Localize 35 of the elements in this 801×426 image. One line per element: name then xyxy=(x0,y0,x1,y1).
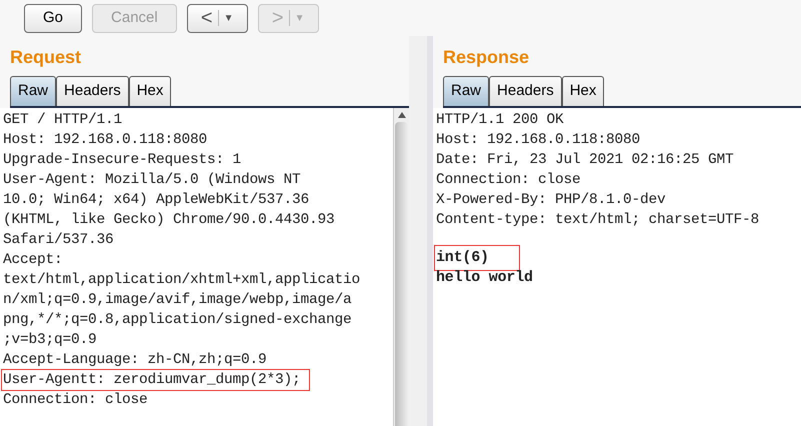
tab[interactable]: Hex xyxy=(128,76,172,106)
message-line: Host: 192.168.0.118:8080 xyxy=(435,131,642,150)
response-body-line: hello world xyxy=(435,268,534,288)
message-line: User-Agentt: zerodiumvar_dump(2*3); xyxy=(2,370,309,390)
scrollbar[interactable] xyxy=(393,108,409,426)
tab[interactable]: Hex xyxy=(562,76,604,106)
message-line: 10.0; Win64; x64) AppleWebKit/537.36 xyxy=(2,191,310,210)
response-body-line: int(6) xyxy=(435,246,519,270)
message-line: X-Powered-By: PHP/8.1.0-dev xyxy=(435,191,667,210)
panel-title: Request xyxy=(9,46,82,69)
message-line: Connection: close xyxy=(435,171,582,190)
tab[interactable]: Headers xyxy=(489,76,562,106)
scrollbar-thumb[interactable] xyxy=(395,122,408,426)
message-line: (KHTML, like Gecko) Chrome/90.0.4430.93 xyxy=(2,211,336,230)
message-line: text/html,application/xhtml+xml,applicatio xyxy=(2,271,362,290)
message-line: n/xml;q=0.9,image/avif,image/webp,image/a xyxy=(2,291,353,310)
message-line: Date: Fri, 23 Jul 2021 02:16:25 GMT xyxy=(435,151,735,170)
message-line: Upgrade-Insecure-Requests: 1 xyxy=(2,151,242,170)
message-line: png,*/*;q=0.8,application/signed-exchange xyxy=(2,311,353,330)
tab[interactable]: Raw xyxy=(10,76,56,106)
history-button[interactable]: < ▼ xyxy=(186,4,248,32)
message-line: GET / HTTP/1.1 xyxy=(2,111,124,130)
tab[interactable]: Headers xyxy=(56,76,129,106)
message-line: Safari/537.36 xyxy=(2,231,115,250)
toolbar-button[interactable]: Go xyxy=(24,4,82,32)
message-line: Host: 192.168.0.118:8080 xyxy=(2,131,208,150)
tab[interactable]: Raw xyxy=(443,76,490,106)
message-line: Accept-Language: zh-CN,zh;q=0.9 xyxy=(2,351,268,370)
message-line: HTTP/1.1 200 OK xyxy=(435,111,565,130)
message-line: Content-type: text/html; charset=UTF-8 xyxy=(435,211,760,230)
panel-title: Response xyxy=(442,46,530,69)
message-line: Accept: xyxy=(2,251,64,270)
message-line: Connection: close xyxy=(2,391,149,410)
message-line: User-Agent: Mozilla/5.0 (Windows NT xyxy=(2,171,302,190)
message-line: ;v=b3;q=0.9 xyxy=(2,331,98,350)
